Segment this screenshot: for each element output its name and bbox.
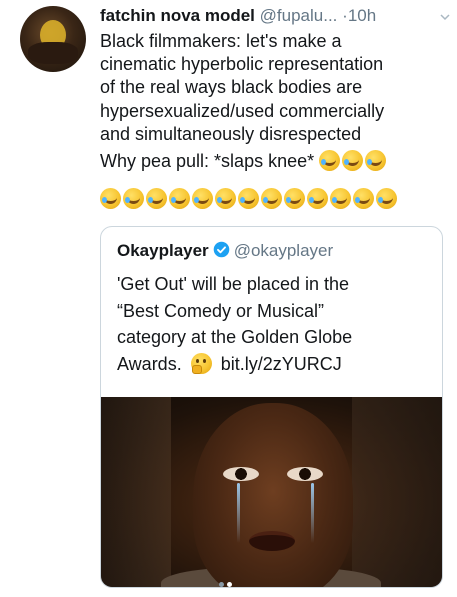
image-pager[interactable] (219, 574, 235, 587)
chevron-down-icon[interactable] (440, 12, 450, 22)
quoted-tweet-card[interactable]: Okayplayer @okayplayer 'Get Out' will be… (100, 226, 443, 588)
tweet-line: of the real ways black bodies are (100, 77, 363, 98)
image-tear-right (311, 483, 314, 543)
tweet-last-text: Why pea pull: *slaps knee* (100, 151, 315, 172)
image-face (193, 403, 353, 587)
tweet-line: cinematic hyperbolic representation (100, 54, 384, 75)
verified-badge-icon (213, 241, 229, 258)
quoted-line: “Best Comedy or Musical” (117, 300, 325, 321)
emoji-row (100, 188, 399, 212)
image-mouth (249, 531, 295, 551)
tweet-line: and simultaneously disrespected (100, 123, 362, 144)
tweet-line-last: Why pea pull: *slaps knee* (100, 150, 445, 173)
laughing-emoji-icon (261, 188, 282, 209)
inline-emoji-group (319, 150, 388, 172)
laughing-emoji-icon (353, 188, 374, 209)
avatar[interactable] (20, 6, 86, 72)
user-handle[interactable]: @fupalu... (260, 6, 338, 25)
pager-dot[interactable] (227, 582, 232, 587)
quoted-line-last: Awards. bit.ly/2zYURCJ (117, 351, 432, 378)
quoted-handle[interactable]: @okayplayer (234, 241, 333, 260)
image-background-left (101, 397, 171, 587)
laughing-emoji-icon (146, 188, 167, 209)
laughing-emoji-icon (192, 188, 213, 209)
quoted-text: 'Get Out' will be placed in the “Best Co… (117, 271, 432, 377)
thinking-face-icon (190, 352, 212, 374)
laughing-emoji-icon (330, 188, 351, 209)
laughing-emoji-icon (319, 150, 341, 172)
laughing-emoji-icon (123, 188, 144, 209)
pager-dot[interactable] (219, 582, 224, 587)
quoted-link[interactable]: bit.ly/2zYURCJ (221, 354, 342, 374)
laughing-emoji-icon (169, 188, 190, 209)
tweet-header: fatchin nova model @fupalu... ·10h (100, 4, 450, 28)
quoted-awards-text: Awards. (117, 353, 182, 374)
tweet-line: hypersexualized/used commercially (100, 100, 385, 121)
avatar-shadow (28, 42, 78, 64)
laughing-emoji-icon (307, 188, 328, 209)
quoted-line: 'Get Out' will be placed in the (117, 274, 349, 294)
laughing-emoji-icon (284, 188, 305, 209)
display-name[interactable]: fatchin nova model (100, 6, 255, 25)
quoted-display-name[interactable]: Okayplayer (117, 241, 209, 260)
tweet-text: Black filmmakers: let's make a cinematic… (100, 30, 445, 173)
tweet[interactable]: fatchin nova model @fupalu... ·10h Black… (0, 0, 457, 597)
laughing-emoji-icon (342, 150, 364, 172)
laughing-emoji-icon (365, 150, 387, 172)
laughing-emoji-icon (376, 188, 397, 209)
tweet-line: Black filmmakers: let's make a (100, 31, 342, 51)
image-eye-left (223, 467, 259, 481)
laughing-emoji-icon (215, 188, 236, 209)
quoted-header: Okayplayer @okayplayer (117, 239, 333, 263)
quoted-image[interactable] (101, 397, 442, 587)
laughing-emoji-icon (238, 188, 259, 209)
image-background-right (352, 397, 442, 587)
laughing-emoji-icon (100, 188, 121, 209)
quoted-line: category at the Golden Globe (117, 327, 353, 347)
timestamp[interactable]: 10h (348, 6, 376, 25)
image-eye-right (287, 467, 323, 481)
image-tear-left (237, 483, 240, 543)
